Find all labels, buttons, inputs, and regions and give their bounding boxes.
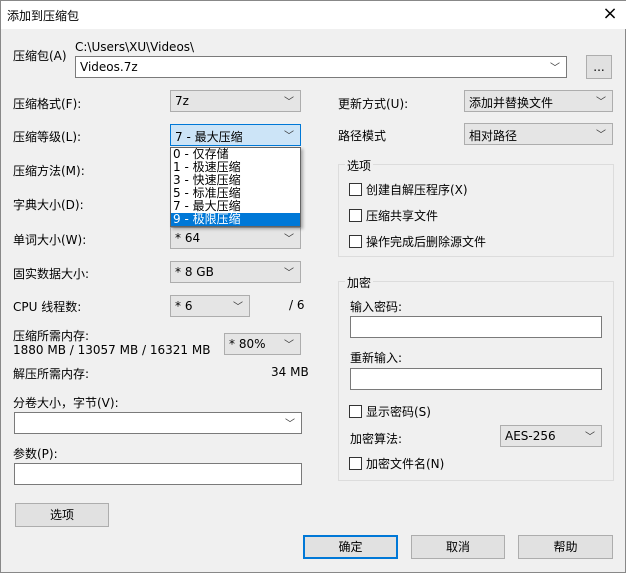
algo-label: 加密算法: <box>350 432 403 446</box>
format-select[interactable]: 7z ﹀ <box>170 90 301 112</box>
chevron-down-icon: ﹀ <box>585 432 595 443</box>
encrypt-names-checkbox[interactable]: 加密文件名(N) <box>349 455 444 472</box>
chevron-down-icon: ﹀ <box>285 419 295 430</box>
chevron-down-icon: ﹀ <box>284 340 294 351</box>
chevron-down-icon: ﹀ <box>284 131 294 142</box>
decomp-label: 解压所需内存: <box>13 367 90 381</box>
algo-select[interactable]: AES-256 ﹀ <box>500 425 602 447</box>
shared-checkbox[interactable]: 压缩共享文件 <box>349 207 438 224</box>
word-label: 单词大小(W): <box>13 233 87 247</box>
mem-value: * 80% <box>229 337 266 351</box>
chevron-down-icon: ﹀ <box>596 130 606 141</box>
browse-button[interactable]: ... <box>586 55 612 79</box>
level-value: 7 - 最大压缩 <box>175 130 243 144</box>
password-repeat-input[interactable] <box>350 368 602 390</box>
cpu-total: / 6 <box>289 298 305 312</box>
solid-value: * 8 GB <box>175 265 214 279</box>
volume-label: 分卷大小，字节(V): <box>13 396 119 410</box>
cpu-value: * 6 <box>175 299 193 313</box>
dict-label: 字典大小(D): <box>13 198 84 212</box>
path-value: 相对路径 <box>469 129 518 143</box>
password-repeat-label: 重新输入: <box>350 351 403 365</box>
archive-label: 压缩包(A) <box>13 49 67 63</box>
format-label: 压缩格式(F): <box>13 97 82 111</box>
path-select[interactable]: 相对路径 ﹀ <box>464 123 613 145</box>
level-option-selected[interactable]: 9 - 极限压缩 <box>171 213 300 226</box>
window-title: 添加到压缩包 <box>7 9 80 23</box>
path-label: 路径模式 <box>338 129 387 143</box>
mem-label: 压缩所需内存: <box>13 329 90 343</box>
sfx-checkbox[interactable]: 创建自解压程序(X) <box>349 181 468 198</box>
chevron-down-icon: ﹀ <box>284 234 294 245</box>
params-input[interactable] <box>14 463 302 485</box>
chevron-down-icon: ﹀ <box>596 97 606 108</box>
chevron-down-icon: ﹀ <box>550 63 560 74</box>
title-bar <box>1 1 626 29</box>
algo-value: AES-256 <box>505 429 556 443</box>
encrypt-group-title: 加密 <box>345 274 374 291</box>
format-value: 7z <box>175 94 189 108</box>
params-label: 参数(P): <box>13 447 58 461</box>
archive-path: C:\Users\XU\Videos\ <box>75 40 195 54</box>
archive-name: Videos.7z <box>80 60 138 74</box>
close-icon[interactable]: × <box>597 3 623 24</box>
help-button[interactable]: 帮助 <box>518 535 613 559</box>
password-input[interactable] <box>350 316 602 338</box>
chevron-down-icon: ﹀ <box>284 97 294 108</box>
delete-label: 操作完成后删除源文件 <box>366 235 487 249</box>
show-password-checkbox[interactable]: 显示密码(S) <box>349 403 431 420</box>
mem-detail: 1880 MB / 13057 MB / 16321 MB <box>13 343 211 357</box>
level-select[interactable]: 7 - 最大压缩 ﹀ <box>170 124 301 146</box>
options-group-title: 选项 <box>345 157 374 174</box>
update-label: 更新方式(U): <box>338 97 409 111</box>
update-select[interactable]: 添加并替换文件 ﹀ <box>464 90 613 112</box>
word-value: * 64 <box>175 231 201 245</box>
shared-label: 压缩共享文件 <box>366 209 439 223</box>
delete-checkbox[interactable]: 操作完成后删除源文件 <box>349 233 486 250</box>
volume-select[interactable]: ﹀ <box>14 412 302 434</box>
ok-button[interactable]: 确定 <box>303 535 398 559</box>
update-value: 添加并替换文件 <box>469 96 554 110</box>
mem-select[interactable]: * 80% ﹀ <box>224 333 301 355</box>
encrypt-names-label: 加密文件名(N) <box>366 457 445 471</box>
show-password-label: 显示密码(S) <box>366 405 431 419</box>
sfx-label: 创建自解压程序(X) <box>366 183 468 197</box>
archive-name-combo[interactable]: Videos.7z ﹀ <box>75 56 567 78</box>
password-label: 输入密码: <box>350 300 403 314</box>
cpu-label: CPU 线程数: <box>13 300 82 314</box>
word-select[interactable]: * 64 ﹀ <box>170 227 301 249</box>
cancel-button[interactable]: 取消 <box>411 535 505 559</box>
solid-select[interactable]: * 8 GB ﹀ <box>170 261 301 283</box>
solid-label: 固实数据大小: <box>13 267 90 281</box>
decomp-value: 34 MB <box>271 365 309 379</box>
cpu-select[interactable]: * 6 ﹀ <box>170 295 250 317</box>
level-label: 压缩等级(L): <box>13 130 82 144</box>
method-label: 压缩方法(M): <box>13 164 85 178</box>
chevron-down-icon: ﹀ <box>284 268 294 279</box>
options-button[interactable]: 选项 <box>15 503 109 527</box>
chevron-down-icon: ﹀ <box>233 302 243 313</box>
level-dropdown-list[interactable]: 0 - 仅存储 1 - 极速压缩 3 - 快速压缩 5 - 标准压缩 7 - 最… <box>170 147 301 227</box>
